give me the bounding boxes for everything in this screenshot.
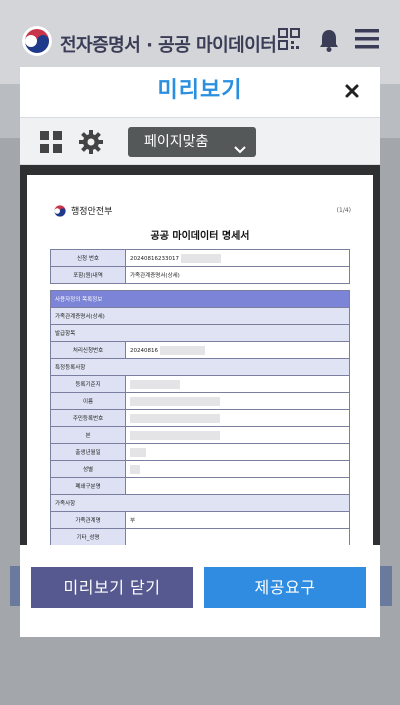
org-name: 행정안전부 <box>71 206 113 217</box>
row-value: 20240816 <box>125 341 350 359</box>
row-label: 등록기준지 <box>50 375 126 393</box>
close-icon[interactable] <box>338 77 366 105</box>
detail-table: 사용자정의 목록정보 가족관계증명서(상세) 발급항목 처리신청번호 20240… <box>50 290 350 545</box>
row-value <box>125 426 350 444</box>
row-value: 부 <box>125 511 350 529</box>
zoom-select-value: 페이지맞춤 <box>144 134 209 150</box>
table-row: 특정등록사항 <box>50 358 350 376</box>
table-row: 폐쇄구분명 <box>50 477 350 495</box>
row-value: 20240816233017 <box>125 249 350 267</box>
table-row: 가족관계증명서(상세) <box>50 307 350 325</box>
close-preview-button[interactable]: 미리보기 닫기 <box>31 567 193 608</box>
table-row: 기타_성명 <box>50 528 350 545</box>
government-logo-icon <box>22 26 52 56</box>
row-label: 기타_성명 <box>50 528 126 545</box>
document-title: 공공 마이데이터 명세서 <box>150 231 250 242</box>
table-row: 사용자정의 목록정보 <box>50 290 350 308</box>
row-label: 처리신청번호 <box>50 341 126 359</box>
org-header: 행정안전부 <box>53 203 112 217</box>
gear-icon[interactable] <box>79 130 103 154</box>
table-row: 신청 번호 20240816233017 <box>50 249 350 267</box>
zoom-select[interactable]: 페이지맞춤 <box>128 127 256 157</box>
table-row: 등록기준지 <box>50 375 350 393</box>
table-row: 주민등록번호 <box>50 409 350 427</box>
row-label: 폐쇄구분명 <box>50 477 126 495</box>
row-value <box>125 443 350 461</box>
table-row: 성별 <box>50 460 350 478</box>
menu-icon[interactable] <box>355 28 379 54</box>
row-value <box>125 392 350 410</box>
subsection-header: 가족관계증명서(상세) <box>50 307 350 325</box>
row-label: 가족관계명 <box>50 511 126 529</box>
row-value <box>125 460 350 478</box>
application-info-table: 신청 번호 20240816233017 포함(원)내역 가족관계증명서(상세) <box>50 249 350 284</box>
viewer-toolbar: 페이지맞춤 <box>20 117 380 165</box>
bell-icon[interactable] <box>318 28 340 56</box>
page-indicator: (1/4) <box>336 207 351 214</box>
row-value <box>125 528 350 545</box>
document-page: 행정안전부 (1/4) 공공 마이데이터 명세서 신청 번호 202408162… <box>27 175 373 545</box>
chevron-down-icon <box>234 136 246 166</box>
row-value <box>125 477 350 495</box>
table-row: 가족사항 <box>50 494 350 512</box>
table-row: 발급항목 <box>50 324 350 342</box>
table-row: 이름 <box>50 392 350 410</box>
request-provision-button[interactable]: 제공요구 <box>204 567 366 608</box>
subsection-header: 특정등록사항 <box>50 358 350 376</box>
table-row: 본 <box>50 426 350 444</box>
qr-code-icon[interactable] <box>278 28 300 54</box>
table-row: 포함(원)내역 가족관계증명서(상세) <box>50 266 350 284</box>
modal-title: 미리보기 <box>157 78 243 103</box>
row-value <box>125 375 350 393</box>
row-label: 신청 번호 <box>50 249 126 267</box>
subsection-header: 발급항목 <box>50 324 350 342</box>
row-label: 본 <box>50 426 126 444</box>
subsection-header: 가족사항 <box>50 494 350 512</box>
row-label: 성별 <box>50 460 126 478</box>
row-label: 주민등록번호 <box>50 409 126 427</box>
row-value: 가족관계증명서(상세) <box>125 266 350 284</box>
table-row: 가족관계명 부 <box>50 511 350 529</box>
table-row: 처리신청번호 20240816 <box>50 341 350 359</box>
table-row: 출생년월일 <box>50 443 350 461</box>
document-viewer[interactable]: 행정안전부 (1/4) 공공 마이데이터 명세서 신청 번호 202408162… <box>20 165 380 545</box>
app-title: 전자증명서 · 공공 마이데이터 <box>60 35 277 56</box>
row-label: 포함(원)내역 <box>50 266 126 284</box>
row-label: 이름 <box>50 392 126 410</box>
thumbnail-grid-icon[interactable] <box>39 130 63 154</box>
preview-modal: 미리보기 페이지맞춤 행정안전부 (1/4) 공공 마이데이터 명세서 신청 번… <box>20 67 380 637</box>
row-value <box>125 409 350 427</box>
row-label: 출생년월일 <box>50 443 126 461</box>
government-logo-icon <box>53 203 67 217</box>
section-header: 사용자정의 목록정보 <box>50 290 350 308</box>
